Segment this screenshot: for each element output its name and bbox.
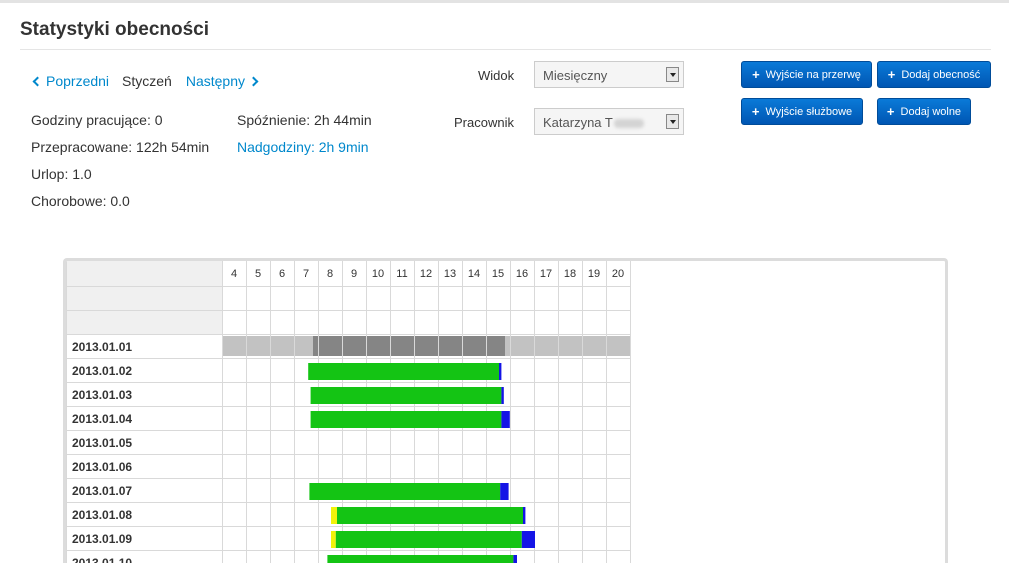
chevron-left-icon [32,76,43,86]
hour-label: 7 [303,268,309,280]
employee-select-value: Katarzyna T [543,115,613,130]
attendance-grid-canvas: 4 5 6 7 8 9 10 11 12 13 14 15 16 17 18 19 20 2013.01.01 20… [66,261,631,563]
redacted-name-blur [613,119,644,129]
plus-icon: + [751,104,760,119]
prev-month-label: Poprzedni [46,73,110,89]
holiday-workday-bar [313,336,505,356]
row-date-label: 2013.01.03 [72,388,132,402]
top-border [0,0,1009,3]
row-date-label: 2013.01.06 [72,460,132,474]
hour-label: 6 [279,268,285,280]
work-segment [327,555,514,563]
view-label: Widok [478,68,515,83]
add-free-day-label: Dodaj wolne [900,105,962,118]
current-month: Styczeń [122,73,172,89]
dropdown-arrow-icon [666,67,679,82]
business-exit-button[interactable]: + Wyjście służbowe [741,98,863,125]
month-navigation: Poprzedni Styczeń Następny [32,73,259,89]
add-presence-label: Dodaj obecność [901,68,981,81]
late-segment [331,531,336,548]
prev-month-link[interactable]: Poprzedni [32,73,109,89]
title-divider [20,49,991,50]
overtime-segment [501,387,504,404]
add-presence-button[interactable]: + Dodaj obecność [877,61,991,88]
row-date-label: 2013.01.08 [72,508,132,522]
hour-label: 10 [372,268,384,280]
overtime-segment [499,363,502,380]
row-date-label: 2013.01.01 [72,340,132,354]
grid-corner-cell [66,261,222,334]
late-segment [331,507,337,524]
sick-leave-stat: Chorobowe: 0.0 [31,193,130,209]
hour-label: 11 [396,268,407,280]
work-segment [309,483,501,500]
overtime-segment [513,555,517,563]
plus-icon: + [887,67,896,82]
row-date-label: 2013.01.05 [72,436,132,450]
attendance-grid: 4 5 6 7 8 9 10 11 12 13 14 15 16 17 18 19 20 2013.01.01 20… [63,258,948,563]
leave-stat: Urlop: 1.0 [31,166,92,182]
row-date-label: 2013.01.09 [72,532,132,546]
add-free-day-button[interactable]: + Dodaj wolne [877,98,971,125]
hour-label: 18 [564,268,576,280]
hour-label: 20 [612,268,624,280]
row-date-label: 2013.01.10 [72,556,132,563]
work-segment [310,387,502,404]
overtime-segment [501,411,510,428]
work-segment [337,507,523,524]
next-month-label: Następny [185,73,246,89]
hour-label: 13 [444,268,456,280]
break-exit-label: Wyjście na przerwę [765,68,861,81]
row-date-label: 2013.01.04 [72,412,132,426]
overtime-segment [521,531,535,548]
hours-worked-stat: Godziny pracujące: 0 [31,112,163,128]
late-stat: Spóźnienie: 2h 44min [237,112,372,128]
work-segment [310,411,502,428]
hour-label: 14 [468,268,480,280]
hour-label: 5 [255,268,261,280]
overtime-link[interactable]: Nadgodziny: 2h 9min [237,139,369,155]
plus-icon: + [886,104,895,119]
break-exit-button[interactable]: + Wyjście na przerwę [741,61,872,88]
chevron-right-icon [248,76,259,86]
hour-label: 4 [231,268,237,280]
hour-label: 9 [351,268,357,280]
hour-label: 12 [420,268,432,280]
employee-label: Pracownik [454,115,514,130]
hour-label: 15 [492,268,504,280]
hour-label: 8 [327,268,333,280]
overtime-segment [500,483,509,500]
work-segment [308,363,499,380]
next-month-link[interactable]: Następny [185,73,259,89]
hour-label: 16 [516,268,528,280]
employee-select[interactable]: Katarzyna T [534,108,684,135]
overtime-segment [523,507,526,524]
worked-time-stat: Przepracowane: 122h 54min [31,139,210,155]
hour-label: 19 [588,268,600,280]
dropdown-arrow-icon [666,114,679,129]
view-select-value: Miesięczny [543,68,608,83]
business-exit-label: Wyjście służbowe [765,105,853,118]
row-date-label: 2013.01.02 [72,364,132,378]
view-select[interactable]: Miesięczny [534,61,684,88]
page-title: Statystyki obecności [20,19,210,40]
work-segment [335,531,522,548]
plus-icon: + [752,67,760,82]
hour-label: 17 [540,268,552,280]
row-date-label: 2013.01.07 [72,484,132,498]
